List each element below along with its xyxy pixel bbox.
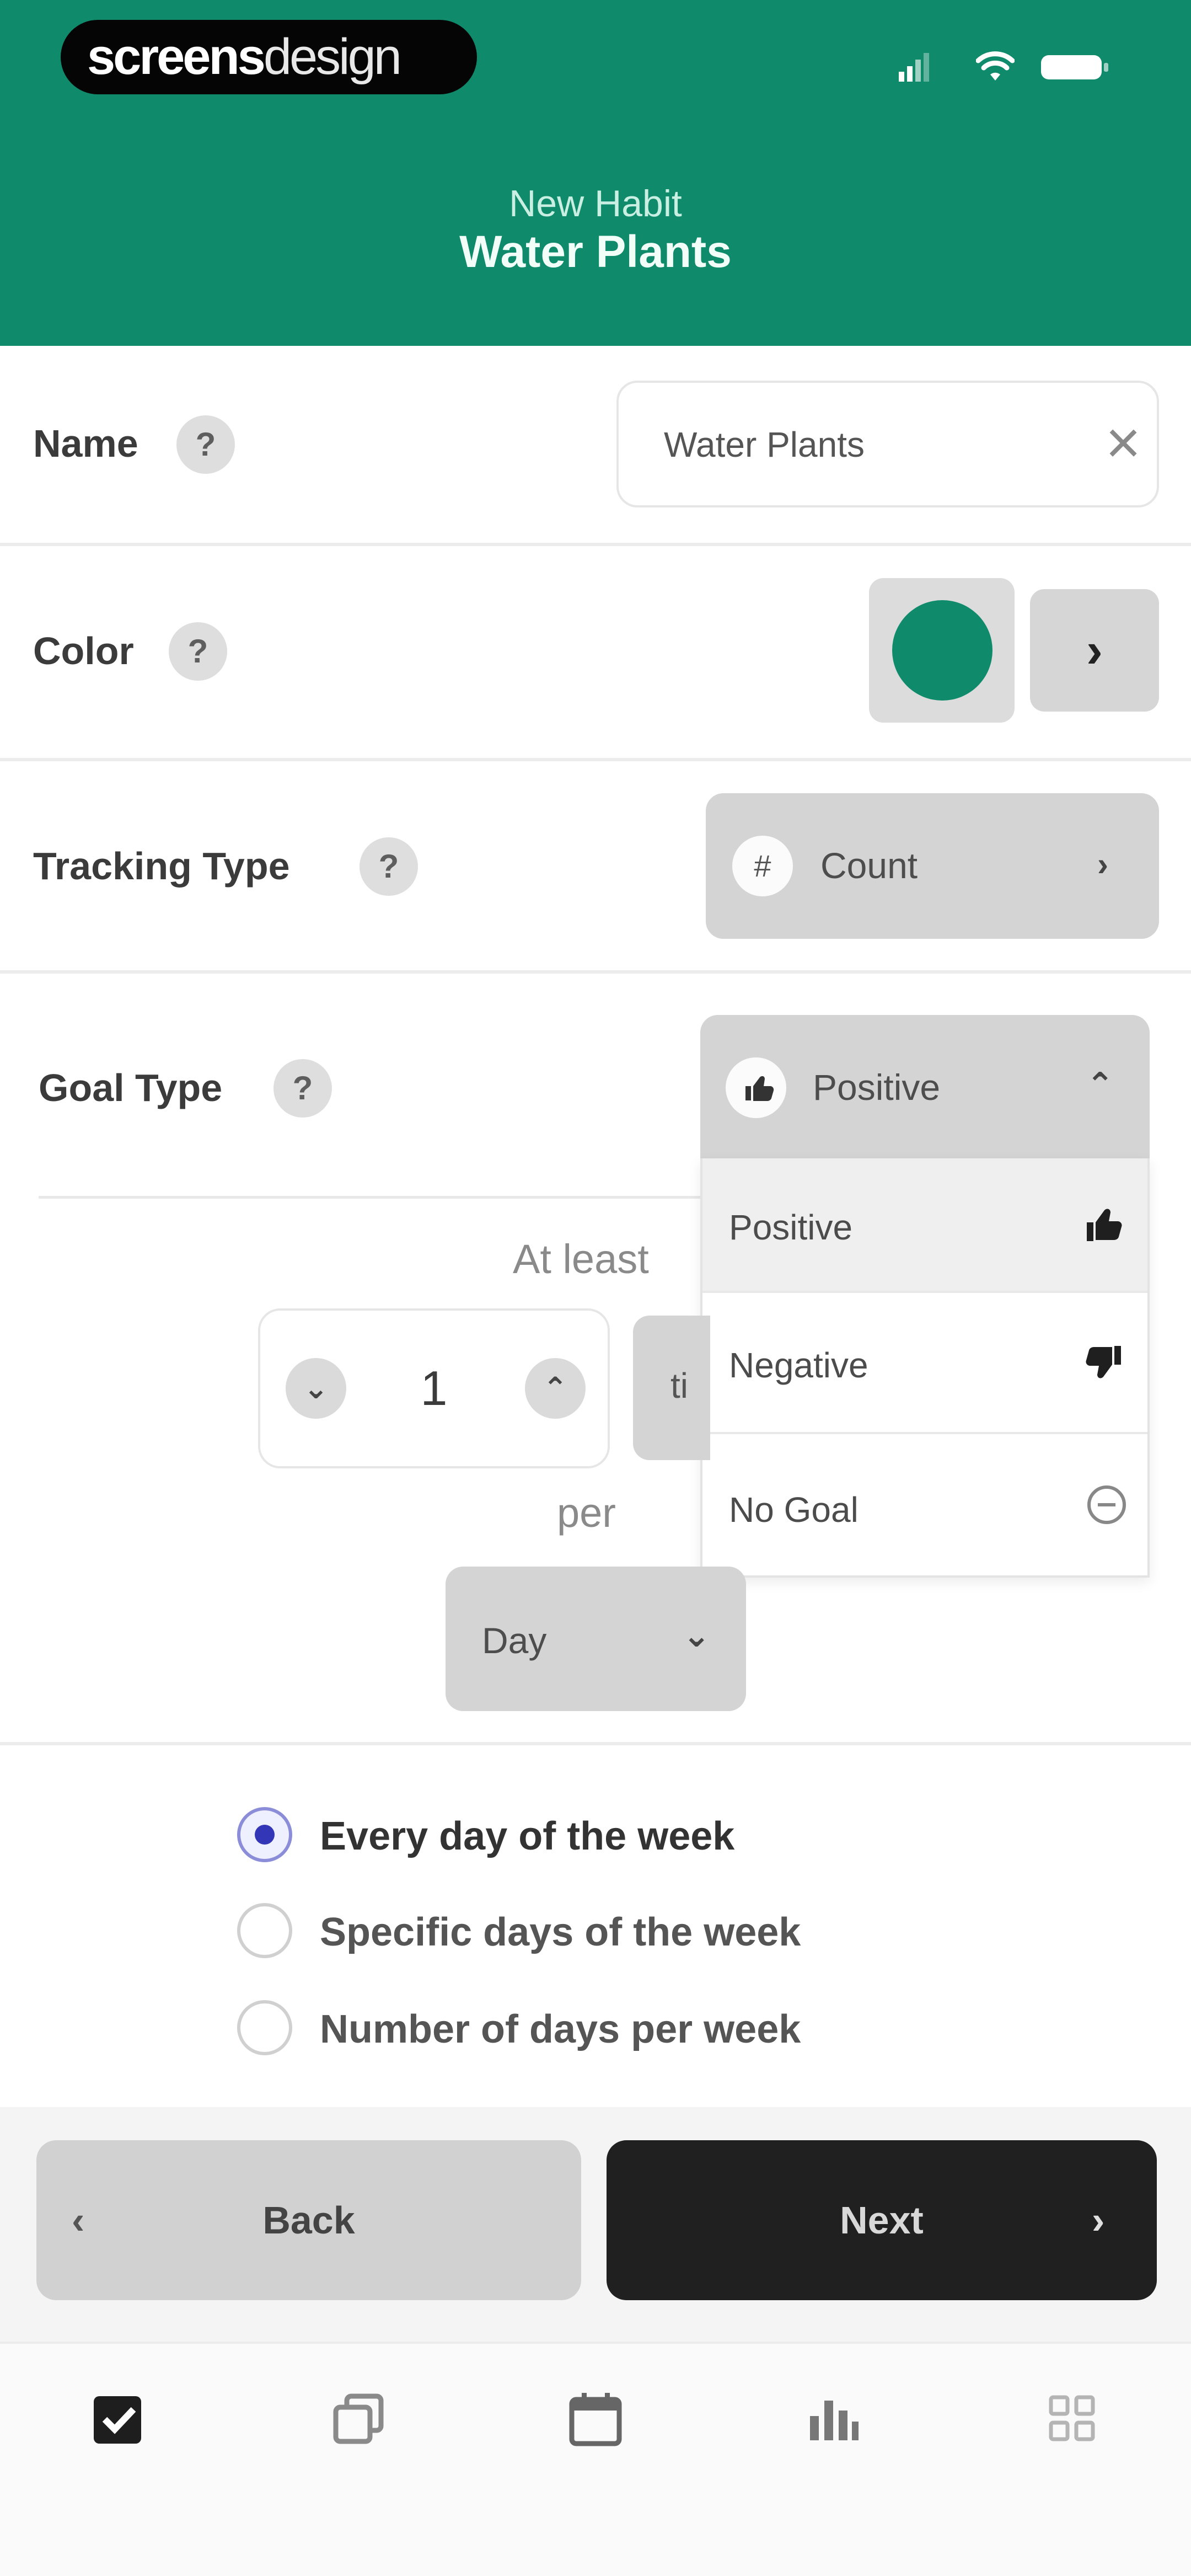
chevron-up-icon: ⌃ bbox=[1086, 1066, 1114, 1103]
brand-logo: screensdesign bbox=[61, 20, 477, 94]
thumbs-up-icon bbox=[1079, 1200, 1129, 1259]
back-button[interactable]: ‹ Back bbox=[36, 2140, 581, 2300]
count-stepper: ⌄ 1 ⌃ bbox=[258, 1308, 610, 1468]
thumbs-up-icon bbox=[726, 1057, 786, 1118]
radio-selected-icon[interactable] bbox=[237, 1807, 292, 1862]
period-select[interactable]: Day ⌄ bbox=[446, 1567, 746, 1711]
goal-type-select[interactable]: Positive ⌃ bbox=[700, 1015, 1150, 1161]
goal-type-value: Positive bbox=[813, 1067, 941, 1108]
stats-icon[interactable] bbox=[802, 2388, 863, 2449]
tracking-type-select[interactable]: # Count › bbox=[706, 793, 1159, 939]
name-input[interactable] bbox=[663, 383, 1084, 506]
wifi-icon bbox=[975, 50, 1015, 83]
radio-specific-days[interactable]: Specific days of the week bbox=[237, 1900, 1009, 1966]
dropdown-option-positive[interactable]: Positive bbox=[702, 1158, 1147, 1293]
checklist-icon[interactable] bbox=[88, 2388, 149, 2449]
next-button[interactable]: Next › bbox=[607, 2140, 1157, 2300]
tracking-type-help-icon[interactable]: ? bbox=[360, 837, 418, 896]
goal-type-dropdown: Positive Negative No Goal bbox=[700, 1158, 1150, 1578]
color-picker-swatch[interactable] bbox=[869, 578, 1015, 723]
tracking-type-value: Count bbox=[820, 845, 918, 886]
chevron-right-icon: › bbox=[1097, 846, 1108, 883]
copy-icon[interactable] bbox=[328, 2388, 389, 2449]
goal-type-label: Goal Type bbox=[39, 1066, 223, 1109]
unit-select[interactable]: ti bbox=[633, 1316, 710, 1460]
grid-icon[interactable] bbox=[1042, 2388, 1103, 2449]
dropdown-option-no-goal[interactable]: No Goal bbox=[702, 1434, 1147, 1575]
chevron-down-icon[interactable]: ⌄ bbox=[286, 1358, 346, 1419]
calendar-icon[interactable] bbox=[565, 2388, 626, 2449]
name-field-container[interactable]: × bbox=[616, 381, 1159, 507]
goal-type-help-icon[interactable]: ? bbox=[273, 1059, 332, 1118]
name-label: Name bbox=[33, 422, 138, 465]
color-next-button[interactable]: › bbox=[1030, 589, 1159, 712]
tab-bar bbox=[0, 2342, 1191, 2576]
cellular-signal-icon bbox=[898, 50, 931, 83]
tracking-type-label: Tracking Type bbox=[33, 845, 290, 888]
minus-circle-icon bbox=[1085, 1483, 1129, 1536]
divider bbox=[0, 1742, 1191, 1745]
chevron-right-icon: › bbox=[1092, 2199, 1105, 2242]
chevron-down-icon: ⌄ bbox=[683, 1617, 711, 1654]
thumbs-down-icon bbox=[1079, 1337, 1129, 1396]
at-least-label: At least bbox=[513, 1236, 649, 1282]
color-label: Color bbox=[33, 629, 134, 672]
color-help-icon[interactable]: ? bbox=[169, 622, 227, 681]
radio-unselected-icon[interactable] bbox=[237, 2000, 292, 2055]
radio-unselected-icon[interactable] bbox=[237, 1903, 292, 1958]
page-title: Water Plants bbox=[459, 227, 732, 277]
battery-icon bbox=[1039, 50, 1110, 83]
divider bbox=[39, 1196, 700, 1199]
dropdown-option-negative[interactable]: Negative bbox=[702, 1293, 1147, 1434]
count-value: 1 bbox=[420, 1361, 448, 1415]
period-value: Day bbox=[482, 1620, 547, 1661]
chevron-up-icon[interactable]: ⌃ bbox=[525, 1358, 586, 1419]
name-help-icon[interactable]: ? bbox=[176, 415, 235, 474]
hash-icon: # bbox=[732, 836, 793, 896]
color-dot bbox=[892, 600, 993, 701]
radio-number-of-days[interactable]: Number of days per week bbox=[237, 1997, 1009, 2063]
header-subtitle: New Habit bbox=[509, 183, 682, 225]
close-icon[interactable]: × bbox=[1082, 402, 1165, 484]
per-label: per bbox=[557, 1490, 616, 1536]
radio-every-day[interactable]: Every day of the week bbox=[237, 1804, 1009, 1870]
